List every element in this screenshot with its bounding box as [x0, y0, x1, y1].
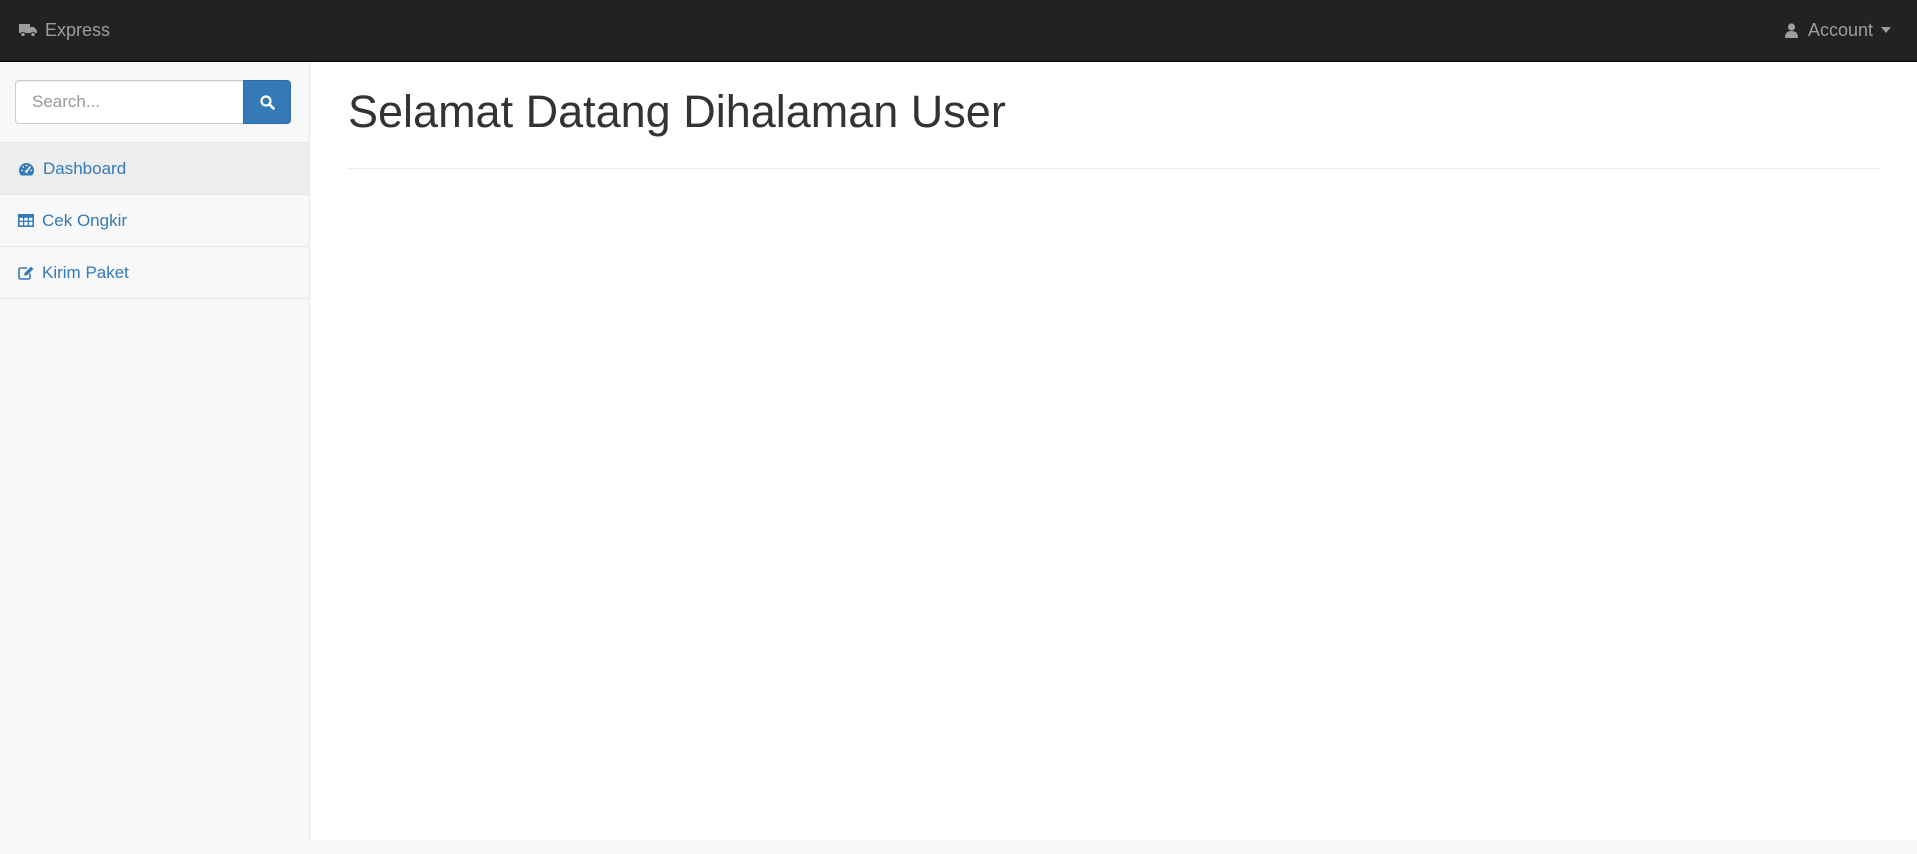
sidebar-item-label: Dashboard — [43, 158, 127, 178]
brand-link[interactable]: Express — [19, 0, 110, 60]
sidebar-item-cek-ongkir[interactable]: Cek Ongkir — [0, 195, 309, 247]
truck-icon — [19, 24, 37, 37]
search-button[interactable] — [243, 80, 291, 124]
edit-icon — [18, 266, 34, 280]
account-dropdown[interactable]: Account — [1784, 0, 1891, 60]
user-icon — [1784, 22, 1798, 38]
page-header: Selamat Datang Dihalaman User — [348, 84, 1880, 169]
main-content: Selamat Datang Dihalaman User — [310, 62, 1917, 840]
table-icon — [18, 214, 34, 227]
brand-label: Express — [45, 19, 111, 40]
top-navbar: Express Account — [0, 0, 1917, 62]
sidebar-item-kirim-paket[interactable]: Kirim Paket — [0, 247, 309, 299]
sidebar-menu: Dashboard Cek Ongkir Kirim Paket — [0, 142, 309, 299]
page-title: Selamat Datang Dihalaman User — [348, 86, 1006, 137]
caret-down-icon — [1881, 27, 1891, 33]
search-input[interactable] — [15, 80, 243, 124]
sidebar-item-dashboard[interactable]: Dashboard — [0, 143, 309, 195]
dashboard-icon — [19, 162, 34, 175]
search-icon — [259, 94, 275, 110]
account-label: Account — [1807, 19, 1873, 40]
sidebar: Dashboard Cek Ongkir Kirim Paket — [0, 62, 310, 840]
sidebar-search — [15, 80, 291, 124]
sidebar-item-label: Kirim Paket — [42, 262, 129, 282]
sidebar-item-label: Cek Ongkir — [42, 210, 128, 230]
